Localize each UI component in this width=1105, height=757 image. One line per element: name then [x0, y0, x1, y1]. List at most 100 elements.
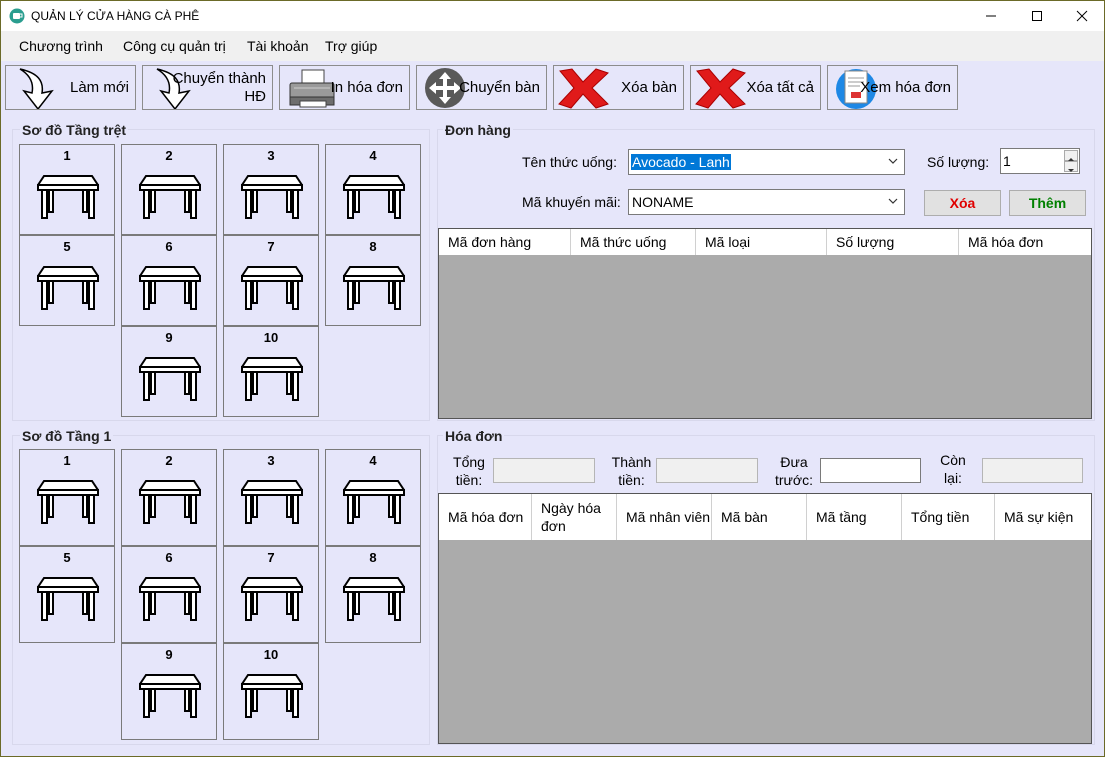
print-invoice-button[interactable]: In hóa đơn: [279, 65, 410, 110]
menu-cong-cu-quan-tri[interactable]: Công cụ quản trị: [123, 38, 226, 54]
delete-all-label: Xóa tất cả: [746, 78, 814, 96]
print-invoice-label: In hóa đơn: [330, 78, 403, 96]
invoice-title: Hóa đơn: [443, 428, 505, 444]
table-floor1-4[interactable]: 4: [325, 449, 421, 546]
add-item-button[interactable]: Thêm: [1009, 190, 1086, 216]
ground-floor-title: Sơ đồ Tầng trệt: [20, 122, 129, 138]
table-floor1-3[interactable]: 3: [223, 449, 319, 546]
table-floor1-5[interactable]: 5: [19, 546, 115, 643]
table-number: 4: [369, 453, 377, 468]
quantity-down-button[interactable]: [1064, 161, 1078, 172]
table-icon: [139, 266, 201, 310]
red-x-icon: [695, 68, 746, 109]
floor-one-title: Sơ đồ Tầng 1: [20, 428, 114, 444]
table-ground-3[interactable]: 3: [223, 144, 319, 235]
invoice-col-header[interactable]: Mã bàn: [712, 494, 807, 540]
window-title: QUẢN LÝ CỬA HÀNG CÀ PHÊ: [31, 9, 200, 23]
drink-name-combobox[interactable]: Avocado - Lanh: [628, 149, 905, 175]
invoice-col-header[interactable]: Mã nhân viên: [617, 494, 712, 540]
paid-input[interactable]: [820, 458, 921, 483]
table-number: 2: [165, 453, 173, 468]
table-icon: [37, 175, 99, 219]
drink-name-label: Tên thức uống:: [522, 154, 617, 170]
table-ground-10[interactable]: 10: [223, 326, 319, 417]
caret-down-icon: [1068, 169, 1074, 172]
promo-code-combobox[interactable]: NONAME: [628, 189, 905, 215]
move-table-button[interactable]: Chuyển bàn: [416, 65, 547, 110]
table-ground-8[interactable]: 8: [325, 235, 421, 326]
order-col-header[interactable]: Số lượng: [827, 229, 959, 255]
invoice-col-header[interactable]: Mã sự kiện: [995, 494, 1091, 540]
table-ground-9[interactable]: 9: [121, 326, 217, 417]
table-ground-1[interactable]: 1: [19, 144, 115, 235]
table-floor1-6[interactable]: 6: [121, 546, 217, 643]
remove-item-button[interactable]: Xóa: [924, 190, 1001, 216]
remaining-field: [982, 458, 1083, 483]
close-icon: [1076, 10, 1088, 22]
refresh-button[interactable]: Làm mới: [5, 65, 136, 110]
table-icon: [139, 577, 201, 621]
invoice-col-header[interactable]: Mã tầng: [807, 494, 902, 540]
delete-table-button[interactable]: Xóa bàn: [553, 65, 684, 110]
minimize-button[interactable]: [968, 1, 1014, 31]
order-col-header[interactable]: Mã hóa đơn: [959, 229, 1091, 255]
main-area: Làm mới Chuyển thành HĐ In hóa đơn Chuyể…: [0, 61, 1105, 757]
menu-tai-khoan[interactable]: Tài khoản: [247, 38, 308, 54]
promo-code-label: Mã khuyến mãi:: [522, 194, 621, 210]
table-number: 5: [63, 239, 71, 254]
table-ground-2[interactable]: 2: [121, 144, 217, 235]
order-col-header[interactable]: Mã thức uống: [571, 229, 696, 255]
quantity-up-button[interactable]: [1064, 150, 1078, 161]
view-invoice-button[interactable]: Xem hóa đơn: [827, 65, 958, 110]
table-floor1-2[interactable]: 2: [121, 449, 217, 546]
table-icon: [139, 357, 201, 401]
order-grid[interactable]: Mã đơn hàng Mã thức uống Mã loại Số lượn…: [438, 228, 1092, 419]
app-icon: [9, 8, 25, 24]
close-button[interactable]: [1059, 1, 1105, 31]
table-icon: [343, 480, 405, 524]
table-icon: [343, 175, 405, 219]
table-number: 6: [165, 239, 173, 254]
table-number: 5: [63, 550, 71, 565]
menu-chuong-trinh[interactable]: Chương trình: [19, 38, 103, 54]
menu-tro-giup[interactable]: Trợ giúp: [325, 38, 377, 54]
table-icon: [241, 175, 303, 219]
chevron-down-icon: [888, 198, 898, 204]
table-number: 9: [165, 647, 173, 662]
maximize-button[interactable]: [1014, 1, 1060, 31]
table-ground-7[interactable]: 7: [223, 235, 319, 326]
refresh-label: Làm mới: [69, 78, 129, 96]
table-icon: [241, 357, 303, 401]
table-ground-4[interactable]: 4: [325, 144, 421, 235]
table-ground-5[interactable]: 5: [19, 235, 115, 326]
invoice-col-header[interactable]: Tổng tiền: [902, 494, 995, 540]
table-number: 3: [267, 148, 275, 163]
table-icon: [241, 577, 303, 621]
table-icon: [343, 577, 405, 621]
table-floor1-10[interactable]: 10: [223, 643, 319, 740]
convert-invoice-button[interactable]: Chuyển thành HĐ: [142, 65, 273, 110]
table-icon: [241, 674, 303, 718]
table-icon: [37, 577, 99, 621]
invoice-col-header[interactable]: Mã hóa đơn: [439, 494, 532, 540]
table-floor1-1[interactable]: 1: [19, 449, 115, 546]
drink-name-value: Avocado - Lanh: [631, 154, 731, 170]
title-bar: QUẢN LÝ CỬA HÀNG CÀ PHÊ: [0, 0, 1105, 31]
table-floor1-7[interactable]: 7: [223, 546, 319, 643]
delete-all-button[interactable]: Xóa tất cả: [690, 65, 821, 110]
remaining-label: Còn lại:: [940, 452, 966, 486]
invoice-col-header[interactable]: Ngày hóa đơn: [532, 494, 617, 540]
table-floor1-9[interactable]: 9: [121, 643, 217, 740]
quantity-label: Số lượng:: [927, 154, 990, 170]
order-col-header[interactable]: Mã loại: [696, 229, 827, 255]
amount-label: Thành tiền:: [611, 454, 652, 488]
paid-label: Đưa trước:: [775, 454, 813, 488]
invoice-grid[interactable]: Mã hóa đơn Ngày hóa đơn Mã nhân viên Mã …: [438, 493, 1092, 744]
order-col-header[interactable]: Mã đơn hàng: [439, 229, 571, 255]
table-icon: [139, 674, 201, 718]
quantity-stepper[interactable]: 1: [1000, 148, 1080, 174]
table-icon: [139, 175, 201, 219]
total-label: Tổng tiền:: [453, 454, 485, 488]
table-floor1-8[interactable]: 8: [325, 546, 421, 643]
table-ground-6[interactable]: 6: [121, 235, 217, 326]
